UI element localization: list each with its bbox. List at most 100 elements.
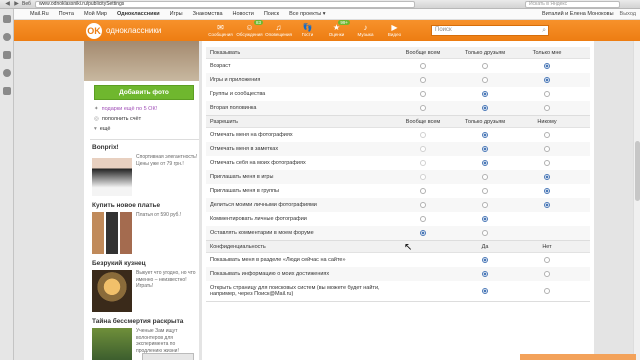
browser-tab[interactable]: Веб: [22, 1, 31, 7]
add-icon[interactable]: [3, 87, 11, 95]
radio-button[interactable]: [544, 270, 550, 277]
radio-button[interactable]: [544, 187, 550, 194]
radio-button[interactable]: [420, 229, 426, 236]
radio-button[interactable]: [420, 76, 426, 83]
forward-icon[interactable]: ▶: [13, 1, 20, 8]
nav-item[interactable]: ☺ Обсуждения 83: [235, 20, 264, 38]
reading-list-icon[interactable]: [3, 51, 11, 59]
radio-button[interactable]: [420, 173, 426, 180]
menu-icon: ✦: [94, 106, 99, 112]
left-menu-item[interactable]: ▾ ещё: [84, 124, 199, 134]
address-bar[interactable]: www.odnoklassniki.ru/publicitySettings: [34, 0, 415, 8]
setting-row: Делиться моими личными фотографиями: [206, 198, 590, 212]
scrollbar[interactable]: [633, 41, 640, 360]
clock-icon[interactable]: [3, 69, 11, 77]
radio-button[interactable]: [420, 187, 426, 194]
topbar-link[interactable]: Новости: [233, 11, 254, 17]
radio-button[interactable]: [482, 270, 488, 277]
topbar-link[interactable]: Одноклассники: [117, 11, 160, 17]
profile-photo[interactable]: [84, 41, 199, 81]
search-icon[interactable]: ⌕: [542, 26, 546, 35]
radio-button[interactable]: [544, 287, 550, 294]
radio-button[interactable]: [544, 201, 550, 208]
radio-button[interactable]: [420, 201, 426, 208]
topbar-link[interactable]: Знакомства: [193, 11, 223, 17]
topbar-link[interactable]: Почта: [59, 11, 74, 17]
user-name-link[interactable]: Виталий и Елена Моноковы: [542, 11, 614, 17]
topbar-link[interactable]: Поиск: [264, 11, 279, 17]
nav-item[interactable]: 👣 Гости: [293, 23, 322, 38]
radio-button[interactable]: [420, 145, 426, 152]
radio-button[interactable]: [420, 159, 426, 166]
radio-button[interactable]: [482, 187, 488, 194]
nav-item[interactable]: ♫ Оповещения: [264, 23, 293, 38]
nav-icon: ✉: [217, 23, 224, 32]
radio-button[interactable]: [544, 62, 550, 69]
ad-title[interactable]: Купить новое платье: [92, 202, 199, 209]
radio-button[interactable]: [482, 104, 488, 111]
radio-button[interactable]: [544, 76, 550, 83]
topbar-link[interactable]: Все проекты ▾: [289, 11, 325, 17]
nav-item[interactable]: ★ Оценки 99+: [322, 20, 351, 38]
ad-title[interactable]: Bonprix!: [92, 144, 199, 151]
ad-image[interactable]: [92, 270, 132, 312]
radio-button[interactable]: [482, 145, 488, 152]
ad-title[interactable]: Безрукий кузнец: [92, 260, 199, 267]
radio-button[interactable]: [482, 201, 488, 208]
nav-item[interactable]: ✉ Сообщения: [206, 23, 235, 38]
radio-button[interactable]: [420, 62, 426, 69]
radio-button[interactable]: [420, 215, 426, 222]
radio-button[interactable]: [544, 131, 550, 138]
radio-button[interactable]: [544, 90, 550, 97]
back-icon[interactable]: ◀: [4, 1, 11, 8]
radio-button[interactable]: [544, 256, 550, 263]
ad-image[interactable]: [92, 212, 132, 254]
setting-row: Оставлять комментарии в моем форуме: [206, 226, 590, 240]
nav-item[interactable]: ▶ Видео: [380, 23, 409, 38]
history-icon[interactable]: [3, 33, 11, 41]
radio-button[interactable]: [420, 90, 426, 97]
radio-button[interactable]: [544, 159, 550, 166]
ad-block[interactable]: Bonprix! Спортивная элегантность! Цены уж…: [84, 144, 199, 196]
ad-block[interactable]: Безрукий кузнец Выкует что угодно, но что…: [84, 260, 199, 312]
radio-button[interactable]: [420, 131, 426, 138]
topbar-link[interactable]: Игры: [170, 11, 183, 17]
radio-button[interactable]: [420, 104, 426, 111]
exit-link[interactable]: Выход: [620, 11, 636, 17]
radio-button[interactable]: [544, 173, 550, 180]
setting-row: Возраст: [206, 59, 590, 73]
ad-image[interactable]: [92, 154, 132, 196]
radio-button[interactable]: [482, 76, 488, 83]
ad-text: Спортивная элегантность! Цены уже от 79 …: [136, 154, 198, 167]
radio-button[interactable]: [544, 145, 550, 152]
radio-button[interactable]: [482, 131, 488, 138]
radio-button[interactable]: [482, 287, 488, 294]
radio-button[interactable]: [482, 229, 488, 236]
site-search-input[interactable]: Поиск ⌕: [431, 25, 549, 36]
left-menu-item[interactable]: ◎ пополнить счёт: [84, 114, 199, 124]
nav-item[interactable]: ♪ Музыка: [351, 23, 380, 38]
left-menu-item[interactable]: ✦ подарки ещё по 5 ОК!: [84, 104, 199, 114]
topbar-link[interactable]: Мой Мир: [84, 11, 107, 17]
content-area: Добавить фото ✦ подарки ещё по 5 ОК! ◎ попо…: [14, 41, 640, 360]
add-photo-button[interactable]: Добавить фото: [94, 85, 194, 100]
ad-image[interactable]: [92, 328, 132, 360]
scrollbar-thumb[interactable]: [635, 141, 640, 201]
bookmarks-icon[interactable]: [3, 15, 11, 23]
radio-button[interactable]: [482, 90, 488, 97]
radio-button[interactable]: [482, 62, 488, 69]
radio-button[interactable]: [482, 215, 488, 222]
promo-bar[interactable]: [520, 354, 636, 360]
divider: [90, 139, 199, 140]
save-button[interactable]: [142, 353, 194, 360]
radio-cell: [516, 173, 578, 180]
radio-button[interactable]: [482, 159, 488, 166]
browser-search-field[interactable]: Искать в Яндекс: [524, 0, 620, 8]
logo[interactable]: OK одноклассники: [86, 22, 206, 39]
radio-button[interactable]: [544, 104, 550, 111]
topbar-link[interactable]: Mail.Ru: [30, 11, 49, 17]
ad-title[interactable]: Тайна бессмертия раскрыта: [92, 318, 199, 325]
radio-button[interactable]: [482, 256, 488, 263]
radio-button[interactable]: [482, 173, 488, 180]
ad-block[interactable]: Купить новое платье Платья от 590 руб.!: [84, 202, 199, 254]
